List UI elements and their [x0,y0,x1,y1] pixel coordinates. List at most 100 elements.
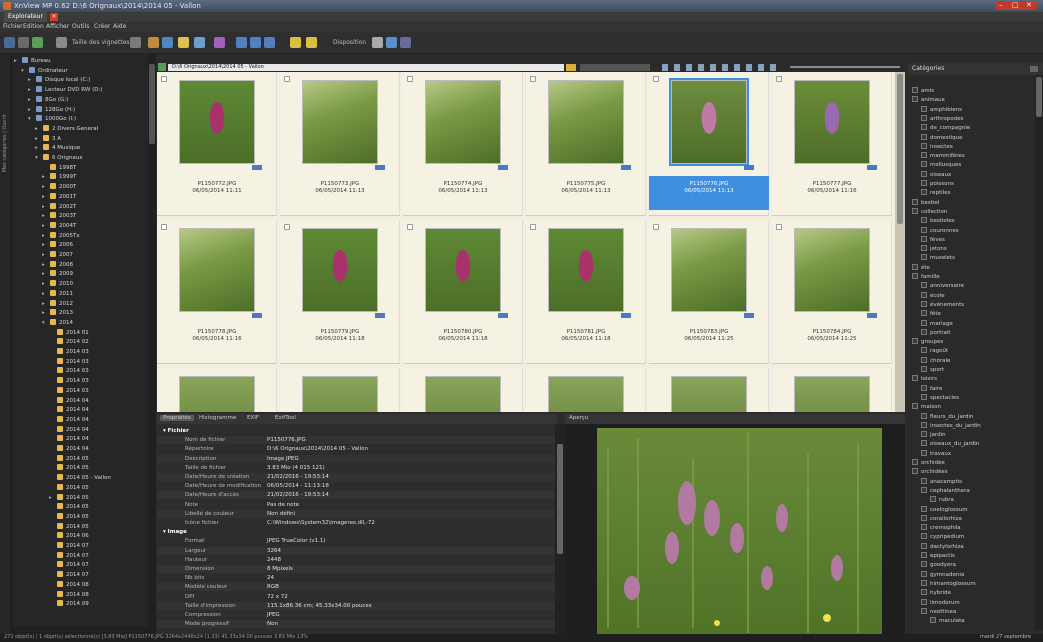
tree-item[interactable]: ▸ 2009 [42,270,73,278]
expand-icon[interactable]: ▸ [42,309,48,317]
thumbnail-image[interactable] [671,228,747,312]
thumbnail-cell[interactable]: P1150777.JPG 06/05/2014 11:16 [772,72,892,216]
category-item[interactable]: ragoût [921,347,948,355]
tree-item[interactable]: ▸ 2012 [42,299,73,308]
category-item[interactable]: mollusques [921,161,961,169]
category-checkbox[interactable] [921,514,927,521]
tree-item[interactable]: ▸ Disque local (C:) [28,76,90,84]
thumbnail-image[interactable] [548,228,624,312]
category-item[interactable]: neottinea [921,607,956,616]
expand-icon[interactable]: ▸ [42,183,48,191]
menu-outils[interactable]: Outils [72,23,89,30]
category-checkbox[interactable] [921,366,927,372]
expand-icon[interactable]: ▸ [28,76,34,84]
refresh-icon[interactable] [290,37,301,48]
thumbnail-cell[interactable]: P1150776.JPG 06/05/2014 11:13 [649,72,769,216]
tree-item[interactable]: ▸ 2013 [42,309,73,317]
category-item[interactable]: domestique [921,133,963,142]
thumbnail-image[interactable] [302,80,378,164]
properties-scrollbar[interactable] [555,424,565,634]
select-checkbox[interactable] [776,224,782,230]
expand-icon[interactable]: ▸ [28,86,34,94]
category-checkbox[interactable] [912,207,918,214]
category-checkbox[interactable] [912,459,918,465]
category-item[interactable]: de_compagnie [921,124,970,132]
category-checkbox[interactable] [921,356,927,363]
expand-icon[interactable]: ▸ [42,222,48,230]
category-checkbox[interactable] [921,189,927,196]
close-icon[interactable]: ✕ [1026,1,1032,9]
expand-icon[interactable]: ▸ [35,144,41,152]
thumbnail-image[interactable] [302,228,378,312]
tree-item[interactable]: ▸ 2008 [42,260,73,269]
category-item[interactable]: fèves [921,235,945,244]
tree-item[interactable]: 2014 07 [49,542,89,550]
thumbnail-image[interactable] [179,228,255,312]
category-item[interactable]: limodorum [921,598,960,607]
category-item[interactable]: faire [921,384,942,393]
category-checkbox[interactable] [921,589,927,596]
maximize-icon[interactable]: □ [1012,1,1019,9]
thumbnail-image[interactable] [794,376,870,412]
thumbnail-image[interactable] [302,376,378,412]
tree-item[interactable]: ▸ 2005Tx [42,231,80,240]
tree-item[interactable]: 2014 05 [49,522,89,531]
thumbnail-scrollbar[interactable] [895,72,905,412]
tree-item[interactable]: ▸ 2010 [42,280,73,288]
category-checkbox[interactable] [912,375,918,382]
compare-icon[interactable] [162,37,173,48]
thumb-size-label[interactable]: Taille des vignettes [72,39,130,46]
category-checkbox[interactable] [921,170,927,177]
thumbnail-cell[interactable]: P1150780.JPG 06/05/2014 11:18 [403,220,523,364]
category-item[interactable]: arthropodes [921,114,963,123]
thumbnail-image[interactable] [794,80,870,164]
tab-exiftool[interactable]: ExifTool [275,415,296,421]
category-checkbox[interactable] [921,393,927,400]
category-checkbox[interactable] [912,403,918,410]
tree-item[interactable]: 2014 03 [49,348,89,356]
category-item[interactable]: oiseaux [921,170,951,179]
category-checkbox[interactable] [921,328,927,335]
expand-icon[interactable]: ▸ [42,251,48,259]
select-checkbox[interactable] [653,76,659,82]
thumbnail-cell[interactable] [649,368,769,412]
thumbnail-grid[interactable]: P1150772.JPG 06/05/2014 11:11 P1150773.JPG… [157,72,895,412]
tree-item[interactable]: 2014 04 [49,445,89,453]
tree-item[interactable]: 2014 02 [49,338,89,346]
category-checkbox[interactable] [921,235,927,242]
expand-icon[interactable]: ▾ [21,67,27,75]
folder-tree[interactable]: ▸ Bureau ▾ Ordinateur ▸ Disque local (C:) ▸ Lec… [12,54,148,626]
tree-hscrollbar[interactable] [12,626,156,634]
category-checkbox[interactable] [921,449,927,456]
category-item[interactable]: maison [912,403,941,411]
expand-icon[interactable]: ▸ [35,135,41,143]
category-item[interactable]: école [921,291,945,300]
tree-scrollbar[interactable] [148,54,156,626]
tree-item[interactable]: ▸ 2 Divers General [35,124,98,133]
category-checkbox[interactable] [921,542,927,549]
view-mode-icon[interactable] [18,37,29,48]
category-item[interactable]: animaux [912,96,945,104]
thumbnail-cell[interactable] [157,368,277,412]
category-item[interactable]: epipactis [921,552,955,560]
select-checkbox[interactable] [161,224,167,230]
side-strip-label[interactable]: Mes catégories | Ouvrir [2,114,8,172]
category-item[interactable]: loisirs [912,375,937,383]
select-checkbox[interactable] [161,76,167,82]
tree-item[interactable]: 2014 07 [49,571,89,579]
category-checkbox[interactable] [921,505,927,512]
thumbnail-cell[interactable]: P1150778.JPG 06/05/2014 11:16 [157,220,277,364]
category-checkbox[interactable] [921,431,927,438]
select-checkbox[interactable] [407,76,413,82]
expand-icon[interactable]: ▸ [42,280,48,288]
thumbnail-image[interactable] [671,376,747,412]
expand-icon[interactable]: ▸ [42,173,48,181]
category-item[interactable]: anacamptis [921,477,962,486]
thumb-size-icon[interactable] [56,37,67,48]
expand-icon[interactable]: ▸ [42,290,48,298]
category-checkbox[interactable] [921,105,927,112]
window-controls[interactable]: – □ ✕ [995,1,1037,10]
tab-exif[interactable]: EXIF [247,415,259,421]
category-item[interactable]: mammifères [921,152,965,160]
select-checkbox[interactable] [284,224,290,230]
